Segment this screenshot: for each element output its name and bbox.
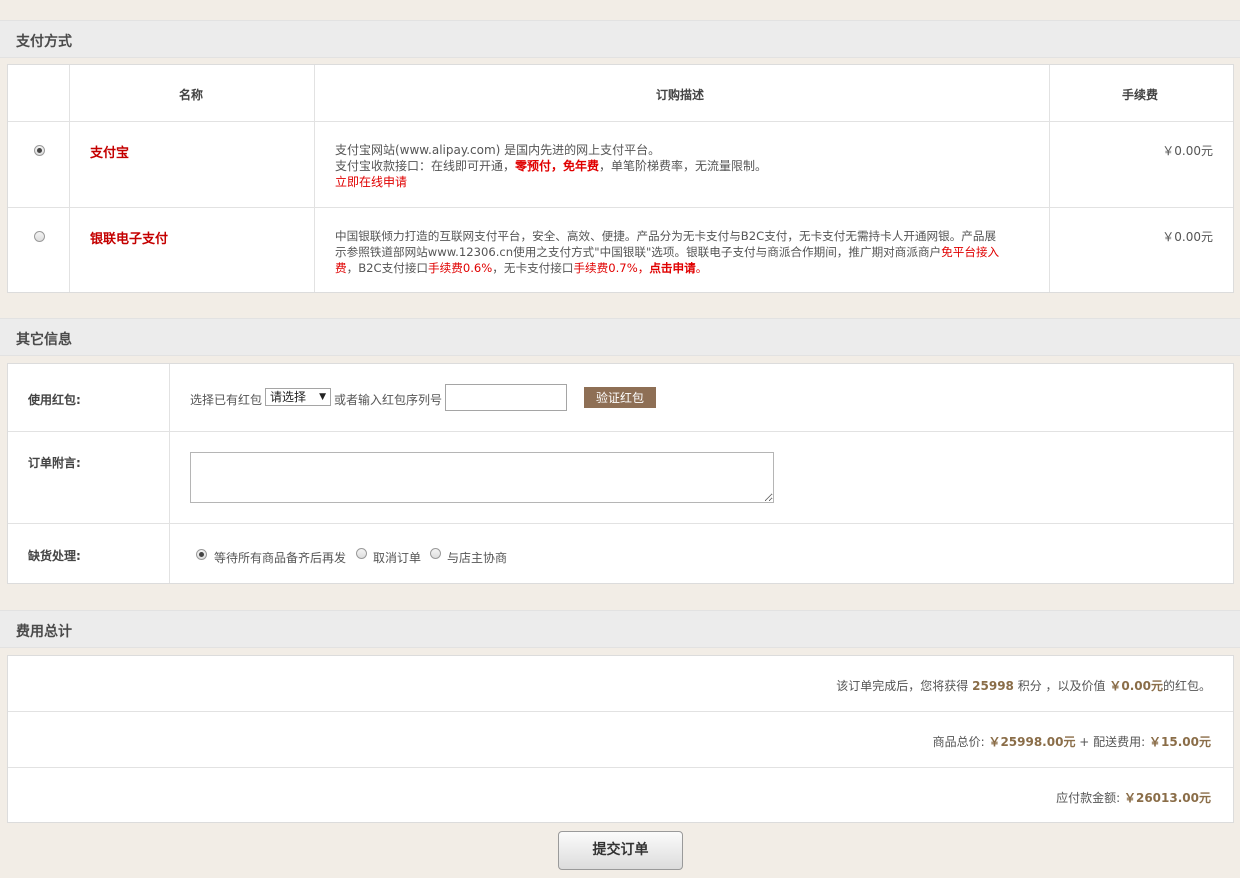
summary-section-header: 费用总计	[0, 610, 1240, 648]
amount-due-value: ￥26013.00元	[1123, 791, 1211, 805]
column-header-fee: 手续费	[1122, 88, 1159, 102]
amount-due-summary: 应付款金额: ￥26013.00元	[1056, 791, 1211, 805]
shortage-option-cancel-label: 取消订单	[373, 551, 422, 565]
other-info-table: 使用红包: 选择已有红包 请选择 ▼ 或者输入红包序列号 验证红包 订单附言: 缺…	[7, 363, 1234, 584]
shortage-option-cancel-radio[interactable]	[356, 548, 367, 559]
alipay-fee: ￥0.00元	[1162, 144, 1213, 158]
column-header-name: 名称	[179, 88, 204, 102]
bonus-or-text: 或者输入红包序列号	[334, 393, 443, 407]
bonus-select[interactable]: 请选择 ▼	[265, 388, 331, 406]
payment-table: 名称 订购描述 手续费 支付宝 支付宝网站(www.alipay.com) 是国…	[7, 64, 1234, 293]
bonus-value: ￥0.00元	[1109, 679, 1163, 693]
bonus-serial-input[interactable]	[445, 384, 567, 411]
payment-section-title: 支付方式	[16, 34, 72, 50]
shortage-option-wait-label: 等待所有商品备齐后再发	[214, 551, 347, 565]
summary-table: 该订单完成后，您将获得 25998 积分 ，以及价值 ￥0.00元的红包。 商品…	[7, 655, 1234, 823]
memo-textarea[interactable]	[190, 452, 774, 503]
shortage-label: 缺货处理:	[28, 549, 81, 563]
memo-label: 订单附言:	[28, 456, 81, 470]
shipping-value: ￥15.00元	[1149, 735, 1211, 749]
alipay-name: 支付宝	[90, 146, 130, 161]
alipay-description: 支付宝网站(www.alipay.com) 是国内先进的网上支付平台。 支付宝收…	[335, 143, 768, 189]
goods-total-summary: 商品总价: ￥25998.00元 + 配送费用: ￥15.00元	[932, 735, 1211, 749]
unionpay-description: 中国银联倾力打造的互联网支付平台，安全、高效、便捷。产品分为无卡支付与B2C支付…	[335, 229, 1000, 275]
bonus-label: 使用红包:	[28, 393, 81, 407]
alipay-apply-link[interactable]: 立即在线申请	[335, 175, 407, 189]
submit-order-button[interactable]: 提交订单	[558, 831, 683, 870]
points-value: 25998	[972, 679, 1014, 693]
payment-section-header: 支付方式	[0, 20, 1240, 58]
goods-total-value: ￥25998.00元	[988, 735, 1076, 749]
column-header-description: 订购描述	[656, 88, 705, 102]
shortage-option-wait-radio[interactable]	[196, 549, 207, 560]
unionpay-apply-link[interactable]: 点击申请	[649, 261, 695, 275]
bonus-choose-text: 选择已有红包	[190, 393, 263, 407]
shortage-option-negotiate-radio[interactable]	[430, 548, 441, 559]
points-summary: 该订单完成后，您将获得 25998 积分 ，以及价值 ￥0.00元的红包。	[836, 679, 1211, 693]
other-section-title: 其它信息	[16, 332, 72, 348]
other-section-header: 其它信息	[0, 318, 1240, 356]
verify-bonus-button[interactable]: 验证红包	[584, 387, 656, 408]
shortage-option-negotiate-label: 与店主协商	[447, 551, 508, 565]
unionpay-fee: ￥0.00元	[1162, 230, 1213, 244]
dropdown-arrow-icon: ▼	[319, 392, 326, 402]
summary-section-title: 费用总计	[16, 624, 72, 640]
alipay-radio[interactable]	[34, 145, 45, 156]
unionpay-radio[interactable]	[34, 231, 45, 242]
unionpay-name: 银联电子支付	[90, 232, 169, 247]
